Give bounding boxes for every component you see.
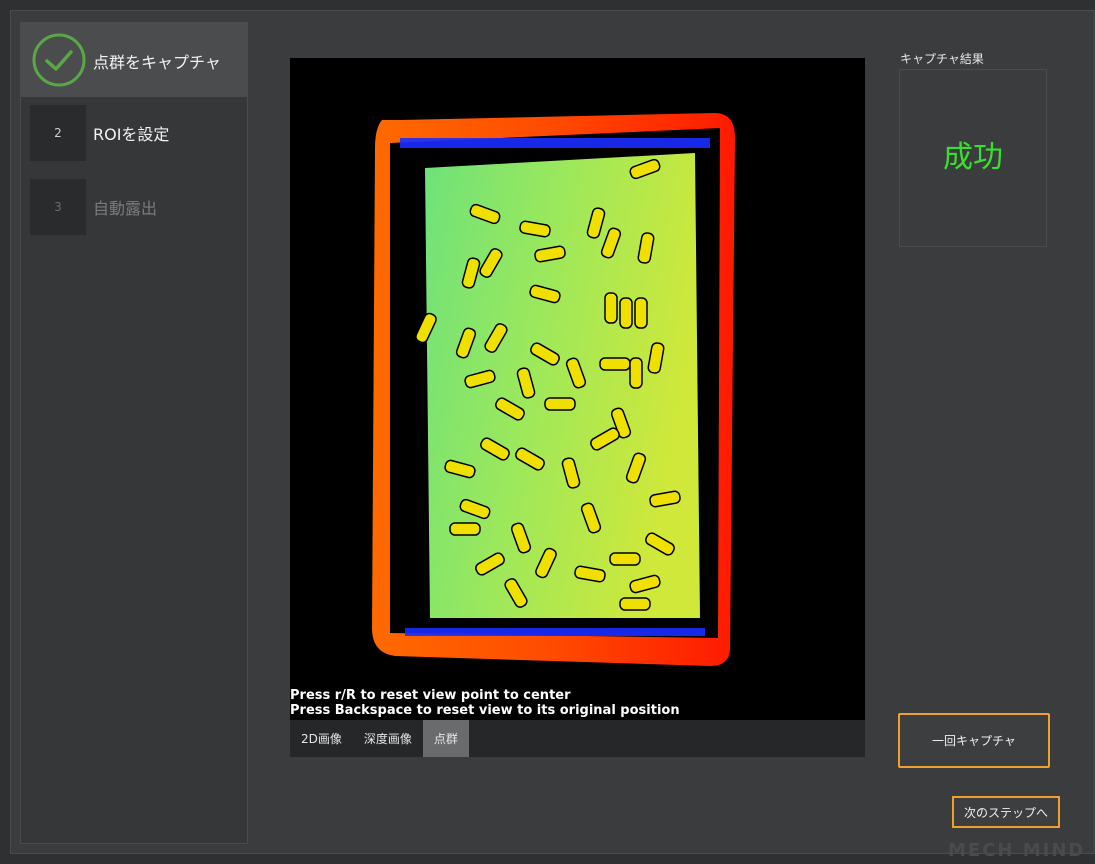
- point-cloud-viewer[interactable]: [290, 58, 865, 720]
- viewer-hint-reset-original: Press Backspace to reset view to its ori…: [290, 703, 680, 718]
- step-label: 自動露出: [93, 199, 158, 218]
- tab-point-cloud[interactable]: 点群: [422, 720, 469, 757]
- next-step-button[interactable]: 次のステップへ: [952, 796, 1060, 828]
- step-set-roi[interactable]: 2 ROIを設定: [21, 105, 247, 179]
- tab-2d-image[interactable]: 2D画像: [290, 720, 353, 757]
- step-auto-exposure: 3 自動露出: [21, 179, 247, 253]
- capture-result-box: 成功: [899, 69, 1047, 247]
- capture-once-button[interactable]: 一回キャプチャ: [898, 713, 1050, 768]
- viewer-tabs: 2D画像 深度画像 点群: [290, 720, 865, 757]
- capture-result-status: 成功: [943, 140, 1003, 175]
- tab-depth-image[interactable]: 深度画像: [353, 720, 423, 757]
- step-number: 3: [30, 179, 86, 235]
- step-number: 2: [30, 105, 86, 161]
- step-sidebar: 点群をキャプチャ 2 ROIを設定 3 自動露出: [20, 22, 248, 844]
- viewer-hint-reset-center: Press r/R to reset view point to center: [290, 688, 571, 703]
- step-capture-point-cloud[interactable]: 点群をキャプチャ: [21, 23, 247, 97]
- step-label: 点群をキャプチャ: [93, 53, 221, 72]
- step-label: ROIを設定: [93, 125, 170, 144]
- capture-result-title: キャプチャ結果: [900, 52, 984, 66]
- mech-mind-watermark: MECH MIND: [948, 840, 1086, 861]
- check-circle-icon: [32, 33, 86, 87]
- point-cloud-image: [372, 113, 735, 666]
